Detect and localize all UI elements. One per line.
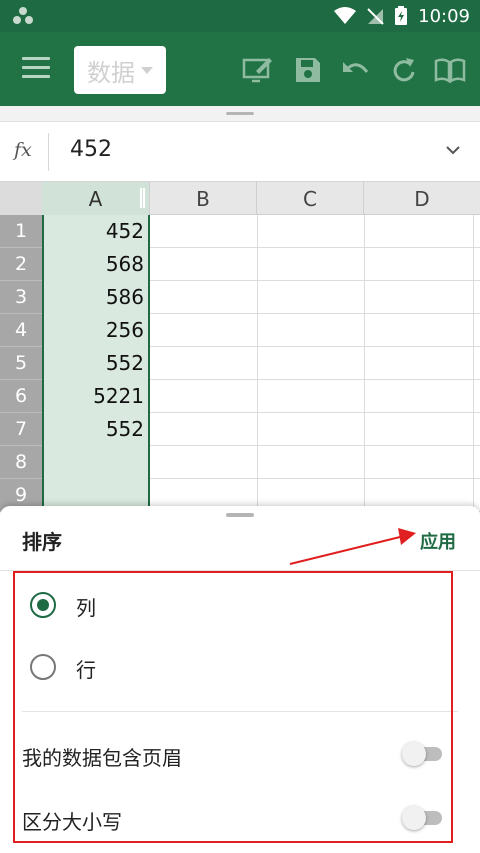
formula-input[interactable]: 452 xyxy=(70,137,112,162)
select-all-corner[interactable] xyxy=(0,182,42,215)
save-icon[interactable] xyxy=(292,56,324,84)
app-toolbar: 数据 xyxy=(0,32,480,106)
row-header[interactable]: 6 xyxy=(0,380,42,413)
ribbon-tab-label: 数据 xyxy=(87,58,135,87)
toolbar-drag-handle[interactable] xyxy=(0,106,480,122)
chevron-down-icon xyxy=(141,66,153,74)
battery-charging-icon xyxy=(395,6,408,25)
row-header[interactable]: 7 xyxy=(0,413,42,446)
redo-icon[interactable] xyxy=(388,56,420,84)
status-bar: 10:09 xyxy=(0,0,480,32)
no-signal-icon xyxy=(367,8,384,25)
function-icon[interactable]: fx xyxy=(14,139,32,161)
draw-icon[interactable] xyxy=(242,56,274,84)
row-header[interactable]: 1 xyxy=(0,215,42,248)
column-headers: A B C D xyxy=(0,182,480,215)
row-header[interactable]: 5 xyxy=(0,347,42,380)
row-header[interactable]: 3 xyxy=(0,281,42,314)
sheet-title: 排序 xyxy=(22,530,62,554)
formula-divider xyxy=(48,133,49,171)
column-label: C xyxy=(303,186,317,211)
column-label: D xyxy=(414,186,430,211)
ribbon-tab-dropdown[interactable]: 数据 xyxy=(74,46,166,94)
chevron-down-icon[interactable] xyxy=(446,145,460,155)
column-header-b[interactable]: B xyxy=(150,182,257,215)
app-notification-icon xyxy=(13,7,33,24)
undo-icon[interactable] xyxy=(340,56,372,84)
excel-app: 10:09 数据 fx 452 A B C D 1 452 2 568 3 58… xyxy=(0,0,480,853)
column-header-a[interactable]: A xyxy=(42,182,150,215)
column-label: B xyxy=(196,186,210,211)
annotation-highlight-box xyxy=(13,571,453,843)
formula-bar: fx 452 xyxy=(0,123,480,182)
read-mode-icon[interactable] xyxy=(434,56,466,84)
apply-button[interactable]: 应用 xyxy=(420,528,456,554)
clock: 10:09 xyxy=(418,5,470,27)
column-label: A xyxy=(88,186,103,211)
row-header[interactable]: 8 xyxy=(0,446,42,479)
sheet-drag-handle[interactable] xyxy=(226,513,254,517)
wifi-icon xyxy=(334,7,357,24)
selection-border xyxy=(42,215,150,515)
menu-icon[interactable] xyxy=(22,57,50,81)
column-header-d[interactable]: D xyxy=(364,182,480,215)
column-header-c[interactable]: C xyxy=(257,182,364,215)
row-header[interactable]: 4 xyxy=(0,314,42,347)
column-resize-handle[interactable] xyxy=(140,188,145,208)
row-header[interactable]: 2 xyxy=(0,248,42,281)
